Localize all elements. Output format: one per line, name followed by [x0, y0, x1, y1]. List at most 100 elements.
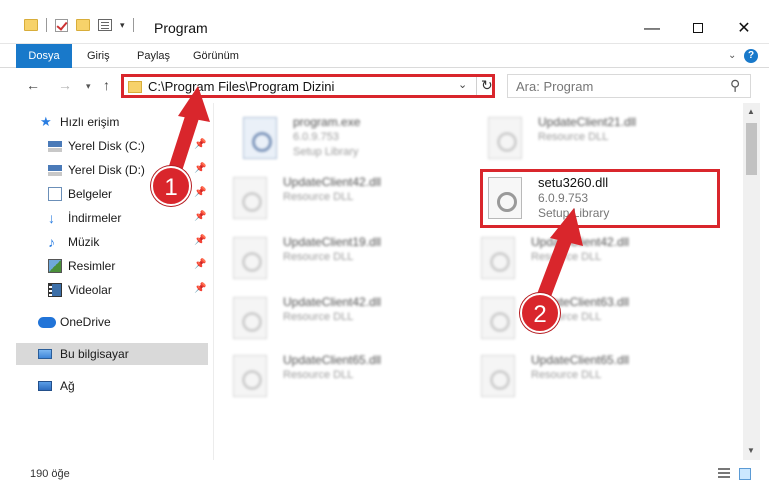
properties-check-icon[interactable]	[55, 18, 68, 32]
exe-file-icon	[243, 117, 277, 159]
large-icons-view-icon[interactable]	[739, 468, 751, 480]
customize-toolbar-icon[interactable]	[98, 19, 112, 31]
maximize-button[interactable]	[675, 14, 721, 44]
disk-icon	[48, 139, 62, 153]
close-button[interactable]: ✕	[721, 14, 767, 44]
search-input[interactable]: Ara: Program ⚲	[507, 74, 751, 98]
ribbon-tabs: Dosya Giriş Paylaş Görünüm	[0, 44, 769, 68]
scroll-up-icon[interactable]: ▲	[747, 107, 755, 116]
tab-share[interactable]: Paylaş	[137, 44, 170, 68]
search-icon[interactable]: ⚲	[730, 77, 740, 94]
new-folder-icon[interactable]	[76, 19, 90, 31]
sidebar-item-disk-c[interactable]: Yerel Disk (C:) 📌	[0, 135, 208, 157]
file-item[interactable]: UpdateClient42.dll Resource DLL	[463, 229, 703, 285]
file-item[interactable]: UpdateClient42.dll Resource DLL	[215, 289, 455, 345]
file-description: Setup Library	[293, 146, 359, 158]
pin-icon[interactable]: 📌	[194, 283, 206, 294]
file-description: Resource DLL	[283, 369, 354, 381]
file-item-setu3260[interactable]: setu3260.dll 6.0.9.753 Setup Library	[470, 169, 710, 225]
pin-icon[interactable]: 📌	[194, 139, 206, 150]
help-icon[interactable]: ?	[744, 49, 758, 63]
sidebar-item-videos[interactable]: Videolar 📌	[0, 279, 208, 301]
file-name: UpdateClient65.dll	[283, 353, 382, 367]
expand-ribbon-icon[interactable]: ⌄	[728, 50, 736, 61]
disk-icon	[48, 163, 62, 177]
sidebar-item-music[interactable]: ♪ Müzik 📌	[0, 231, 208, 253]
tab-view[interactable]: Görünüm	[193, 44, 239, 68]
sidebar-item-downloads[interactable]: ↓ İndirmeler 📌	[0, 207, 208, 229]
file-name: setu3260.dll	[538, 175, 609, 190]
details-view-icon[interactable]	[718, 468, 730, 480]
file-item[interactable]: UpdateClient63.dll Resource DLL	[463, 289, 703, 345]
sidebar-item-this-pc[interactable]: Bu bilgisayar	[16, 343, 208, 365]
scroll-thumb[interactable]	[746, 123, 757, 175]
pictures-icon	[48, 259, 62, 273]
sidebar-item-quick-access[interactable]: ★ Hızlı erişim	[0, 111, 208, 133]
quick-access-toolbar: ▾	[24, 18, 134, 32]
sidebar-item-label: Belgeler	[68, 187, 113, 201]
file-item[interactable]: UpdateClient65.dll Resource DLL	[215, 347, 455, 403]
network-icon	[38, 381, 52, 391]
dll-file-icon	[233, 297, 267, 339]
address-divider	[476, 77, 477, 95]
refresh-icon[interactable]: ↻	[481, 77, 493, 94]
vertical-scrollbar[interactable]: ▲ ▼	[743, 103, 760, 460]
sidebar-item-label: Bu bilgisayar	[60, 347, 129, 361]
file-description: Resource DLL	[538, 131, 609, 143]
sidebar-item-onedrive[interactable]: OneDrive	[0, 311, 208, 333]
file-item[interactable]: UpdateClient21.dll Resource DLL	[470, 109, 710, 165]
dll-file-icon	[233, 355, 267, 397]
address-bar[interactable]: C:\Program Files\Program Dizini ⌄ ↻	[121, 74, 495, 98]
file-list: program.exe 6.0.9.753 Setup Library Upda…	[215, 103, 743, 460]
pin-icon[interactable]: 📌	[194, 259, 206, 270]
file-description: Resource DLL	[531, 251, 602, 263]
pin-icon[interactable]: 📌	[194, 163, 206, 174]
search-placeholder: Ara: Program	[516, 79, 594, 94]
chevron-down-icon[interactable]: ▾	[120, 20, 125, 31]
file-name: program.exe	[293, 115, 361, 129]
toolbar-divider	[46, 18, 47, 32]
chevron-down-icon[interactable]: ⌄	[458, 78, 467, 91]
file-version: 6.0.9.753	[538, 191, 589, 205]
download-icon: ↓	[48, 210, 55, 226]
file-item[interactable]: UpdateClient65.dll Resource DLL	[463, 347, 703, 403]
folder-icon	[128, 81, 142, 93]
sidebar-item-pictures[interactable]: Resimler 📌	[0, 255, 208, 277]
file-name: UpdateClient42.dll	[283, 175, 382, 189]
pin-icon[interactable]: 📌	[194, 211, 206, 222]
up-arrow-icon[interactable]: ↑	[103, 77, 110, 93]
navigation-pane: ★ Hızlı erişim Yerel Disk (C:) 📌 Yerel D…	[0, 103, 214, 460]
file-item[interactable]: UpdateClient19.dll Resource DLL	[215, 229, 455, 285]
sidebar-item-network[interactable]: Ağ	[0, 375, 208, 397]
pin-icon[interactable]: 📌	[194, 235, 206, 246]
file-item[interactable]: UpdateClient42.dll Resource DLL	[215, 169, 455, 225]
recent-locations-chevron-icon[interactable]: ▾	[86, 81, 91, 92]
pin-icon[interactable]: 📌	[194, 187, 206, 198]
file-description: Resource DLL	[283, 191, 354, 203]
computer-icon	[38, 349, 52, 359]
maximize-icon	[693, 23, 703, 33]
dll-file-icon	[481, 237, 515, 279]
videos-icon	[48, 283, 62, 297]
sidebar-item-label: İndirmeler	[68, 211, 122, 225]
window-title: Program	[154, 20, 208, 36]
scroll-down-icon[interactable]: ▼	[747, 446, 755, 455]
status-bar: 190 öğe	[0, 460, 769, 496]
dll-file-icon	[481, 297, 515, 339]
file-name: UpdateClient65.dll	[531, 353, 630, 367]
forward-arrow-icon[interactable]: →	[58, 77, 72, 93]
address-path[interactable]: C:\Program Files\Program Dizini	[148, 79, 334, 94]
tab-home[interactable]: Giriş	[87, 44, 110, 68]
dll-file-icon	[488, 177, 522, 219]
minimize-button[interactable]: —	[629, 14, 675, 44]
music-icon: ♪	[48, 234, 55, 250]
dll-file-icon	[233, 177, 267, 219]
file-item[interactable]: program.exe 6.0.9.753 Setup Library	[225, 109, 465, 165]
tab-file[interactable]: Dosya	[16, 44, 72, 68]
toolbar-divider	[132, 18, 134, 32]
file-description: Resource DLL	[531, 369, 602, 381]
dll-file-icon	[481, 355, 515, 397]
documents-icon	[48, 187, 62, 201]
back-arrow-icon[interactable]: ←	[26, 77, 40, 93]
folder-icon[interactable]	[24, 19, 38, 31]
